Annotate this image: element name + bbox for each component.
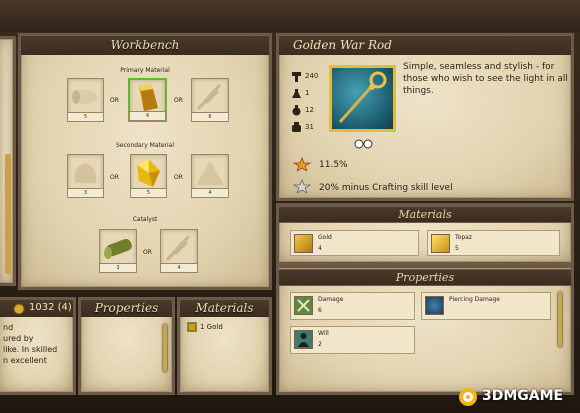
bottom-properties-panel: Properties xyxy=(78,297,175,395)
catalyst-slot-1[interactable]: 3 xyxy=(99,229,137,273)
potion-icon xyxy=(292,105,301,116)
material-topaz[interactable]: Topaz 5 xyxy=(427,230,560,256)
material-name: Topaz xyxy=(455,234,472,241)
left-panel-scrollbar[interactable] xyxy=(5,154,11,274)
material-qty: 5 xyxy=(455,245,459,252)
description-line-4: n excellent xyxy=(3,356,47,365)
or-label: OR xyxy=(110,174,119,181)
slot-count: 5 xyxy=(67,112,104,122)
slot-count: 3 xyxy=(99,263,137,273)
materials-title: Materials xyxy=(279,206,571,223)
catalyst-label: Catalyst xyxy=(132,216,158,223)
or-label: OR xyxy=(143,249,152,256)
catalyst-slot-2[interactable]: 4 xyxy=(160,229,198,273)
secondary-slot-3[interactable]: 4 xyxy=(191,154,229,198)
gold-bar-icon xyxy=(294,234,313,253)
primary-slot-1[interactable]: 5 xyxy=(67,78,104,122)
feather-icon xyxy=(165,234,191,262)
properties-right-scrollbar[interactable] xyxy=(558,292,562,347)
material-name: Gold xyxy=(318,234,332,241)
topaz-icon xyxy=(137,159,160,187)
property-damage[interactable]: Damage 6 xyxy=(290,292,415,320)
description-line-3: like. In skilled xyxy=(3,345,58,354)
property-value: 2 xyxy=(318,341,322,348)
watermark: 3DMGAME xyxy=(458,386,576,408)
or-label: OR xyxy=(174,97,183,104)
material-qty: 4 xyxy=(318,245,322,252)
item-name: Golden War Rod xyxy=(293,38,392,52)
item-panel: Golden War Rod 240 1 12 31 Simple, seaml… xyxy=(276,33,574,201)
gold-coin-icon xyxy=(13,303,25,315)
top-frame xyxy=(0,0,580,32)
bottom-materials-panel: Materials 1 Gold xyxy=(177,297,272,395)
description-panel: 1032 (4) nd ured by like. In skilled n e… xyxy=(0,297,76,395)
feather-icon xyxy=(196,83,222,111)
properties-panel: Properties Damage 6 Piercing Damage Will… xyxy=(276,265,574,395)
or-label: OR xyxy=(174,174,183,181)
primary-material-label: Primary Material xyxy=(120,67,170,74)
piercing-orb-icon xyxy=(425,296,444,315)
slot-count: 4 xyxy=(129,111,166,121)
primary-slot-2[interactable]: 4 xyxy=(128,78,167,122)
description-line-2: ured by xyxy=(3,334,34,343)
gold-bar-icon xyxy=(187,322,197,332)
slot-count: 5 xyxy=(130,188,167,198)
properties-title: Properties xyxy=(279,269,571,286)
skill-note: 20% minus Crafting skill level xyxy=(319,183,453,193)
bottom-materials-title: Materials xyxy=(195,301,254,315)
primary-slot-3[interactable]: 6 xyxy=(191,78,229,122)
property-name: Piercing Damage xyxy=(449,296,500,303)
wood-log-icon xyxy=(72,90,97,104)
left-side-panel xyxy=(0,36,16,286)
property-piercing-damage[interactable]: Piercing Damage xyxy=(421,292,551,320)
success-chance: 11.5% xyxy=(319,160,348,170)
golden-rod-icon xyxy=(338,71,387,123)
or-label: OR xyxy=(110,97,119,104)
bottom-materials-entry: 1 Gold xyxy=(200,323,223,331)
gold-stars-icon xyxy=(293,157,311,171)
property-value: 6 xyxy=(318,307,322,314)
pot-icon xyxy=(292,122,301,132)
workbench-panel: Workbench Primary Material 5 OR 4 OR 6 S… xyxy=(18,33,272,290)
watermark-text: 3DMGAME xyxy=(482,388,564,404)
properties-scrollbar[interactable] xyxy=(163,324,167,372)
will-figure-icon xyxy=(294,330,313,349)
slot-count: 3 xyxy=(67,188,104,198)
gloves-icon xyxy=(354,139,373,149)
silver-star-icon xyxy=(293,179,311,193)
cloth-pile-icon xyxy=(196,161,224,185)
slot-count: 4 xyxy=(191,188,229,198)
slot-count: 4 xyxy=(160,263,198,273)
stat-value: 31 xyxy=(305,123,314,131)
crossed-swords-icon xyxy=(294,296,313,315)
green-log-icon xyxy=(104,238,132,259)
item-description: Simple, seamless and stylish - for those… xyxy=(403,62,568,96)
stat-value: 240 xyxy=(305,72,319,80)
workbench-title: Workbench xyxy=(110,38,180,52)
secondary-slot-1[interactable]: 3 xyxy=(67,154,104,198)
sack-icon xyxy=(74,163,97,183)
topaz-icon xyxy=(431,234,450,253)
property-name: Will xyxy=(318,330,329,337)
secondary-slot-2[interactable]: 5 xyxy=(130,154,167,198)
stat-value: 1 xyxy=(305,89,310,97)
property-will[interactable]: Will 2 xyxy=(290,326,415,354)
description-line-1: nd xyxy=(3,323,14,332)
flask-icon xyxy=(292,89,301,98)
materials-panel: Materials Gold 4 Topaz 5 xyxy=(276,203,574,265)
item-image[interactable] xyxy=(329,65,396,132)
watermark-logo-icon xyxy=(459,388,477,406)
gold-amount: 1032 (4) xyxy=(29,302,72,313)
material-gold[interactable]: Gold 4 xyxy=(290,230,419,256)
property-name: Damage xyxy=(318,296,344,303)
stat-value: 12 xyxy=(305,106,314,114)
secondary-material-label: Secondary Material xyxy=(115,142,175,149)
hammer-icon xyxy=(292,72,301,82)
slot-count: 6 xyxy=(191,112,229,122)
bottom-properties-title: Properties xyxy=(94,301,159,315)
